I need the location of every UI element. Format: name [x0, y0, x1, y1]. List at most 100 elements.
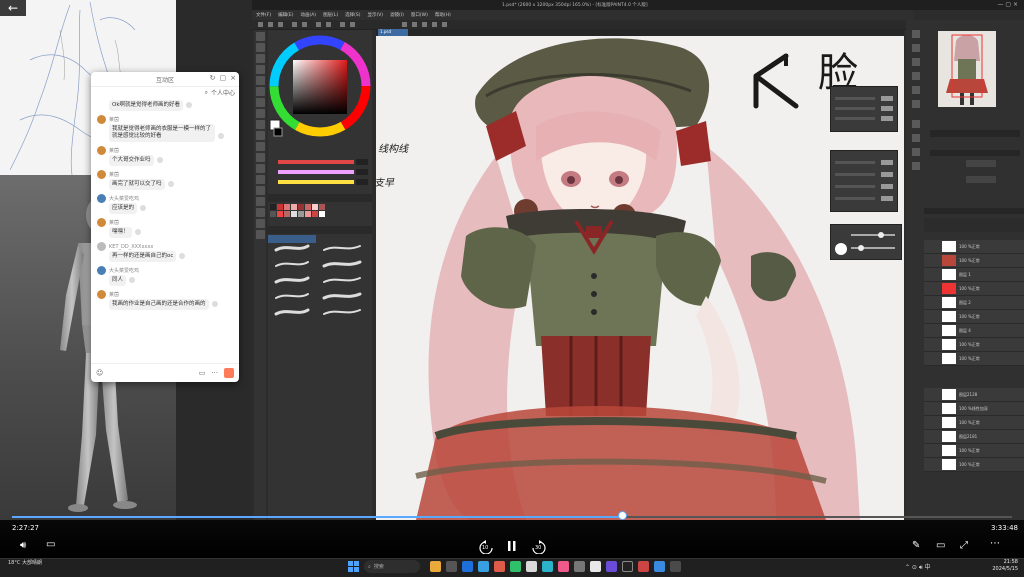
window-controls-icon[interactable]: — ▢ ×: [997, 1, 1018, 8]
more-icon[interactable]: ···: [211, 369, 218, 377]
layer-item[interactable]: 100 %正常: [924, 416, 1024, 430]
drawing-canvas[interactable]: 脸 线构线 支早: [376, 36, 904, 520]
eyedropper-tool-icon[interactable]: [255, 87, 265, 96]
app-icon[interactable]: [670, 561, 681, 572]
edge-browser-icon[interactable]: [542, 561, 553, 572]
like-icon[interactable]: [156, 156, 163, 163]
pencil-tool-icon[interactable]: [255, 109, 265, 118]
layer-item[interactable]: 100 %线性加深: [924, 402, 1024, 416]
layer-item[interactable]: 100 %正常: [924, 444, 1024, 458]
airbrush-tool-icon[interactable]: [255, 131, 265, 140]
app-icon[interactable]: [494, 561, 505, 572]
menu-animation[interactable]: 动画(A): [300, 12, 316, 18]
layer-item[interactable]: 图层 4: [924, 324, 1024, 338]
color-wheel[interactable]: [268, 30, 372, 520]
like-icon[interactable]: [167, 180, 174, 187]
folder-icon[interactable]: ▭: [199, 369, 206, 377]
taskbar-search-box[interactable]: ⌕ 搜索: [364, 560, 420, 573]
taskbar-clock[interactable]: 21:58 2024/5/15: [982, 559, 1018, 573]
like-icon[interactable]: [211, 300, 218, 307]
canvas-tab[interactable]: 1.psd: [378, 29, 408, 36]
pause-button[interactable]: [507, 540, 517, 552]
menu-file[interactable]: 文件(F): [256, 12, 271, 18]
layer-item[interactable]: 图层 1: [924, 268, 1024, 282]
opacity-slider-panel[interactable]: [830, 224, 902, 260]
zoom-tool-icon[interactable]: [255, 32, 265, 41]
fullscreen-icon[interactable]: ⤢: [960, 540, 968, 551]
avatar[interactable]: [97, 194, 106, 203]
layer-item[interactable]: 100 %正常: [924, 352, 1024, 366]
subtitles-icon[interactable]: ▭: [46, 539, 55, 550]
layer-item[interactable]: 100 %正常: [924, 458, 1024, 472]
forward-button[interactable]: 30: [531, 540, 547, 555]
avatar[interactable]: [97, 266, 106, 275]
layer-item[interactable]: 图层 2: [924, 296, 1024, 310]
app-icon[interactable]: [510, 561, 521, 572]
task-view-icon[interactable]: [446, 561, 457, 572]
refresh-icon[interactable]: ↻: [210, 74, 216, 82]
pen-tool-icon[interactable]: [255, 98, 265, 107]
text-tool-icon[interactable]: [255, 197, 265, 206]
layer-item[interactable]: 100 %正常: [924, 282, 1024, 296]
volume-icon[interactable]: 🔊︎: [20, 540, 26, 551]
app-icon[interactable]: [622, 561, 633, 572]
pen-annotate-icon[interactable]: ✎: [912, 540, 920, 551]
app-icon[interactable]: [462, 561, 473, 572]
search-icon[interactable]: ⌕: [205, 89, 208, 97]
navigator-thumbnail[interactable]: [938, 31, 996, 107]
app-icon[interactable]: [558, 561, 569, 572]
fill-tool-icon[interactable]: [255, 164, 265, 173]
personal-center-link[interactable]: 个人中心: [211, 88, 235, 97]
like-icon[interactable]: [140, 204, 147, 211]
progress-scrubber[interactable]: [617, 511, 627, 520]
avatar[interactable]: [97, 242, 106, 251]
emoji-icon[interactable]: ☺: [96, 369, 103, 377]
lasso-tool-icon[interactable]: [255, 76, 265, 85]
layer-item[interactable]: 图层2181: [924, 430, 1024, 444]
app-icon[interactable]: [478, 561, 489, 572]
menu-help[interactable]: 帮助(H): [435, 12, 451, 18]
selection-tool-icon[interactable]: [255, 65, 265, 74]
ruler-tool-icon[interactable]: [255, 219, 265, 228]
menu-select[interactable]: 选择(S): [345, 12, 360, 18]
like-icon[interactable]: [179, 252, 186, 259]
move-tool-icon[interactable]: [255, 43, 265, 52]
avatar[interactable]: [97, 218, 106, 227]
gift-icon[interactable]: [224, 368, 234, 378]
live-chat-panel[interactable]: 互动区 ↻ ▢ × ⌕ 个人中心 Ok啊就是觉得老师画的好看 莱茵 我就是觉得老…: [91, 72, 239, 382]
menu-edit[interactable]: 编辑(E): [278, 12, 293, 18]
menu-view[interactable]: 显示(V): [367, 12, 383, 18]
operation-tool-icon[interactable]: [255, 54, 265, 63]
windows-start-icon[interactable]: [348, 561, 359, 572]
like-icon[interactable]: [129, 276, 136, 283]
layer-item[interactable]: 100 %正常: [924, 338, 1024, 352]
app-icon[interactable]: [574, 561, 585, 572]
file-explorer-icon[interactable]: [430, 561, 441, 572]
tool-property-panel[interactable]: [830, 150, 898, 212]
app-icon[interactable]: [590, 561, 601, 572]
brush-size-panel[interactable]: [830, 86, 898, 132]
correct-line-tool-icon[interactable]: [255, 230, 265, 239]
gradient-tool-icon[interactable]: [255, 175, 265, 184]
rewind-button[interactable]: 10: [478, 540, 494, 555]
avatar[interactable]: [97, 170, 106, 179]
clip-studio-icon[interactable]: [638, 561, 649, 572]
brush-tool-icon[interactable]: [255, 120, 265, 129]
more-options-icon[interactable]: ⋯: [990, 538, 1000, 549]
menu-layer[interactable]: 图层(L): [323, 12, 338, 18]
menu-window[interactable]: 窗口(W): [411, 12, 428, 18]
app-icon[interactable]: [654, 561, 665, 572]
eraser-tool-icon[interactable]: [255, 142, 265, 151]
layer-item[interactable]: 100 %正常: [924, 310, 1024, 324]
tool-palette[interactable]: [254, 30, 266, 520]
picture-in-picture-icon[interactable]: ▭: [936, 540, 945, 551]
menu-filter[interactable]: 滤镜(I): [390, 12, 404, 18]
chat-message-list[interactable]: Ok啊就是觉得老师画的好看 莱茵 我就是觉得老师画的衣服是一模一样的了就是感觉比…: [91, 98, 239, 312]
figure-tool-icon[interactable]: [255, 186, 265, 195]
browser-icon[interactable]: [526, 561, 537, 572]
close-icon[interactable]: ×: [230, 74, 236, 82]
back-arrow-icon[interactable]: ←: [0, 0, 26, 16]
avatar[interactable]: [97, 115, 106, 124]
layer-item[interactable]: 100 %正常: [924, 254, 1024, 268]
weather-widget[interactable]: 18°C 大部晴朗: [8, 560, 48, 566]
